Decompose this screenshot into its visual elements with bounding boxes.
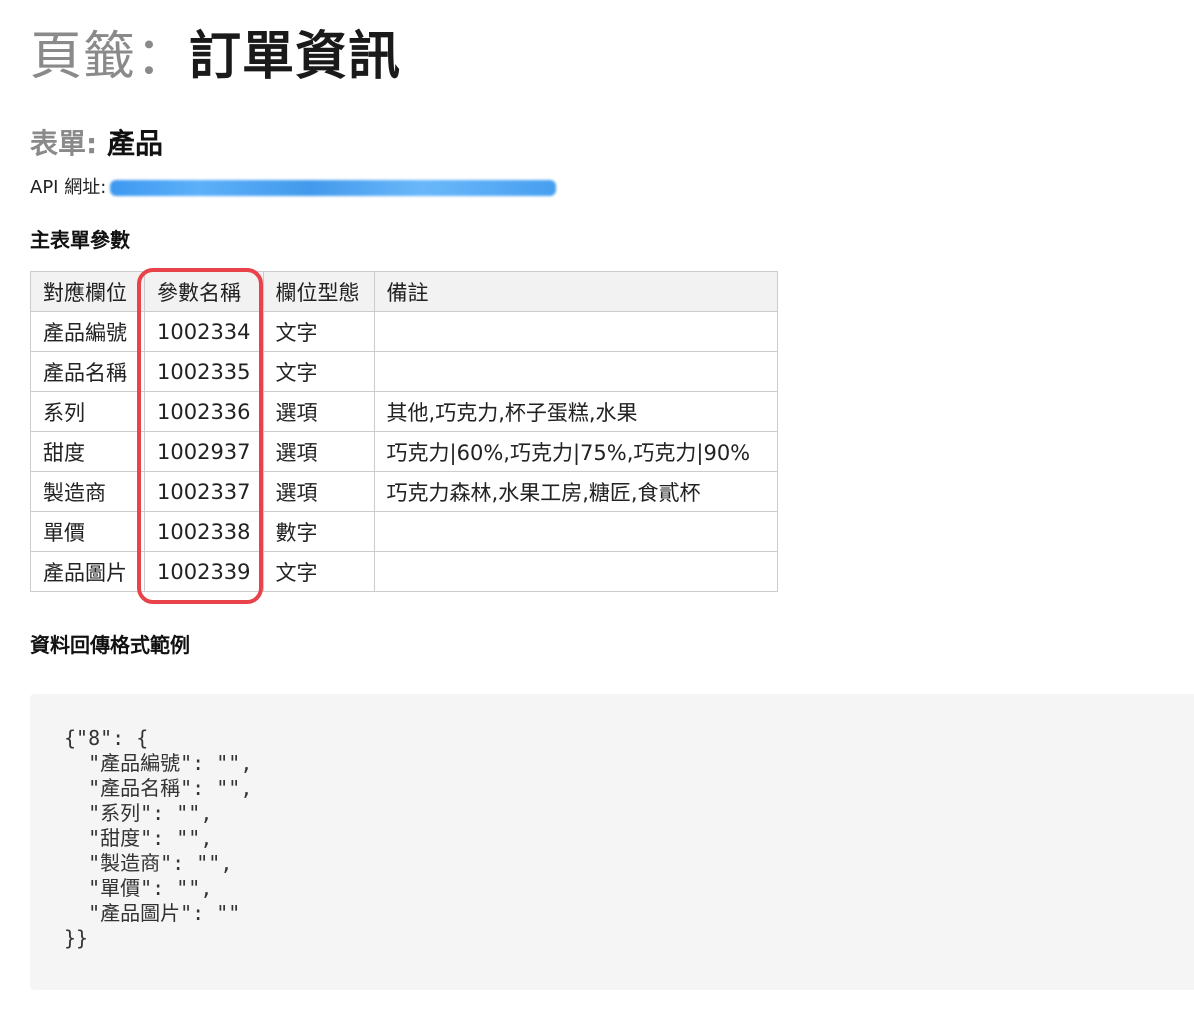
cell-param-name: 1002336 bbox=[144, 391, 264, 432]
header-field-type: 欄位型態 bbox=[262, 271, 375, 312]
cell-note bbox=[373, 551, 778, 592]
cell-note bbox=[373, 351, 778, 392]
cell-field: 產品編號 bbox=[30, 311, 145, 352]
main-params-heading: 主表單參數 bbox=[30, 228, 130, 252]
cell-field: 系列 bbox=[30, 391, 145, 432]
cell-param-name: 1002337 bbox=[144, 471, 264, 512]
cell-field: 產品圖片 bbox=[30, 551, 145, 592]
cell-field: 甜度 bbox=[30, 431, 145, 472]
cell-param-name: 1002335 bbox=[144, 351, 264, 392]
response-example-heading: 資料回傳格式範例 bbox=[30, 633, 190, 657]
cell-param-name: 1002339 bbox=[144, 551, 264, 592]
cell-field-type: 數字 bbox=[262, 511, 375, 552]
cell-field-type: 選項 bbox=[262, 431, 375, 472]
cell-field: 單價 bbox=[30, 511, 145, 552]
cell-field-type: 選項 bbox=[262, 471, 375, 512]
table-row: 產品圖片 1002339 文字 bbox=[30, 551, 778, 592]
cell-param-name: 1002338 bbox=[144, 511, 264, 552]
code-example: {"8": { "產品編號": "", "產品名稱": "", "系列": ""… bbox=[64, 726, 253, 950]
table-row: 產品編號 1002334 文字 bbox=[30, 311, 778, 352]
cell-note: 巧克力|60%,巧克力|75%,巧克力|90% bbox=[373, 431, 778, 472]
cell-field-type: 文字 bbox=[262, 551, 375, 592]
form-title-main: 產品 bbox=[106, 127, 163, 160]
page-title-main: 訂單資訊 bbox=[189, 27, 402, 87]
table-row: 製造商 1002337 選項 巧克力森林,水果工房,糖匠,食貳杯 bbox=[30, 471, 778, 512]
cell-note: 其他,巧克力,杯子蛋糕,水果 bbox=[373, 391, 778, 432]
cell-field: 產品名稱 bbox=[30, 351, 145, 392]
params-table: 對應欄位 參數名稱 欄位型態 備註 產品編號 1002334 文字 產品名稱 1… bbox=[30, 271, 778, 592]
table-row: 產品名稱 1002335 文字 bbox=[30, 351, 778, 392]
table-row: 單價 1002338 數字 bbox=[30, 511, 778, 552]
cell-note bbox=[373, 511, 778, 552]
cell-field-type: 文字 bbox=[262, 311, 375, 352]
cell-param-name: 1002937 bbox=[144, 431, 264, 472]
page-title-prefix: 頁籤 bbox=[30, 27, 137, 87]
cell-note: 巧克力森林,水果工房,糖匠,食貳杯 bbox=[373, 471, 778, 512]
api-url-label: API 網址: bbox=[30, 177, 107, 198]
table-row: 甜度 1002937 選項 巧克力|60%,巧克力|75%,巧克力|90% bbox=[30, 431, 778, 472]
form-title-prefix: 表單: bbox=[30, 127, 98, 160]
api-url-line: API 網址: bbox=[30, 175, 557, 201]
table-row: 系列 1002336 選項 其他,巧克力,杯子蛋糕,水果 bbox=[30, 391, 778, 432]
page-title-separator: ： bbox=[136, 27, 190, 87]
table-header-row: 對應欄位 參數名稱 欄位型態 備註 bbox=[30, 271, 778, 312]
cell-field: 製造商 bbox=[30, 471, 145, 512]
header-note: 備註 bbox=[373, 271, 778, 312]
code-block: {"8": { "產品編號": "", "產品名稱": "", "系列": ""… bbox=[30, 694, 1194, 990]
cell-field-type: 選項 bbox=[262, 391, 375, 432]
form-title: 表單: 產品 bbox=[30, 124, 163, 164]
cell-param-name: 1002334 bbox=[144, 311, 264, 352]
header-param-name: 參數名稱 bbox=[144, 271, 264, 312]
api-url-link[interactable] bbox=[110, 180, 557, 196]
cell-field-type: 文字 bbox=[262, 351, 375, 392]
header-field: 對應欄位 bbox=[30, 271, 145, 312]
page-title: 頁籤：訂單資訊 bbox=[30, 22, 401, 92]
cell-note bbox=[373, 311, 778, 352]
